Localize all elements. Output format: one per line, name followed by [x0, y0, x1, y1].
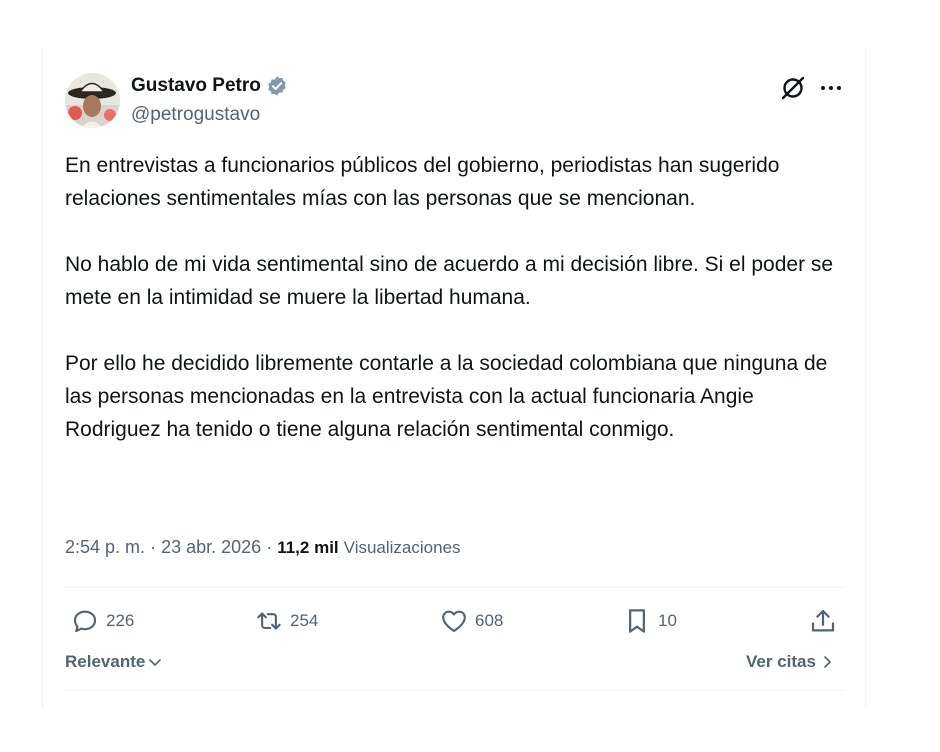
view-quotes-link[interactable]: Ver citas	[746, 652, 834, 672]
divider	[65, 690, 844, 691]
divider	[65, 587, 844, 588]
meta-separator: ·	[150, 537, 157, 557]
verified-badge-icon	[268, 76, 286, 96]
reply-icon	[73, 610, 97, 633]
repost-button[interactable]: 254	[254, 604, 318, 638]
bookmark-icon	[629, 609, 645, 633]
reply-button[interactable]: 226	[70, 604, 134, 638]
sort-label: Relevante	[65, 652, 146, 671]
share-icon	[811, 609, 835, 632]
tweet-text: En entrevistas a funcionarios públicos d…	[65, 149, 855, 446]
reply-count: 226	[106, 611, 135, 630]
chevron-down-icon	[149, 659, 162, 666]
views-count: 11,2 mil	[277, 538, 339, 557]
like-button[interactable]: 608	[439, 604, 503, 638]
chevron-right-icon	[824, 656, 831, 668]
quotes-label: Ver citas	[746, 652, 816, 671]
tweet-metadata: 2:54 p. m. · 23 abr. 2026 · 11,2 mil Vis…	[65, 537, 461, 558]
like-count: 608	[475, 611, 504, 630]
meta-separator: ·	[266, 537, 273, 557]
tweet-paragraph: Por ello he decidido libremente contarle…	[65, 352, 828, 441]
grok-icon[interactable]	[780, 75, 806, 101]
avatar[interactable]	[65, 73, 120, 128]
bookmark-count: 10	[658, 611, 677, 630]
author-name-row[interactable]: Gustavo Petro	[131, 75, 288, 97]
share-button[interactable]	[808, 604, 838, 638]
author-name[interactable]: Gustavo Petro	[131, 75, 261, 97]
author-handle[interactable]: @petrogustavo	[131, 104, 260, 126]
tweet-time[interactable]: 2:54 p. m.	[65, 537, 145, 557]
heart-icon	[442, 610, 466, 633]
repost-count: 254	[290, 611, 319, 630]
views-label: Visualizaciones	[343, 538, 461, 557]
tweet-paragraph: En entrevistas a funcionarios públicos d…	[65, 154, 780, 210]
more-options-icon[interactable]	[818, 78, 844, 98]
tweet-paragraph: No hablo de mi vida sentimental sino de …	[65, 253, 834, 309]
tweet-date[interactable]: 23 abr. 2026	[161, 537, 261, 557]
sort-replies-dropdown[interactable]: Relevante	[65, 652, 163, 672]
repost-icon	[257, 612, 281, 630]
bookmark-button[interactable]: 10	[622, 604, 677, 638]
